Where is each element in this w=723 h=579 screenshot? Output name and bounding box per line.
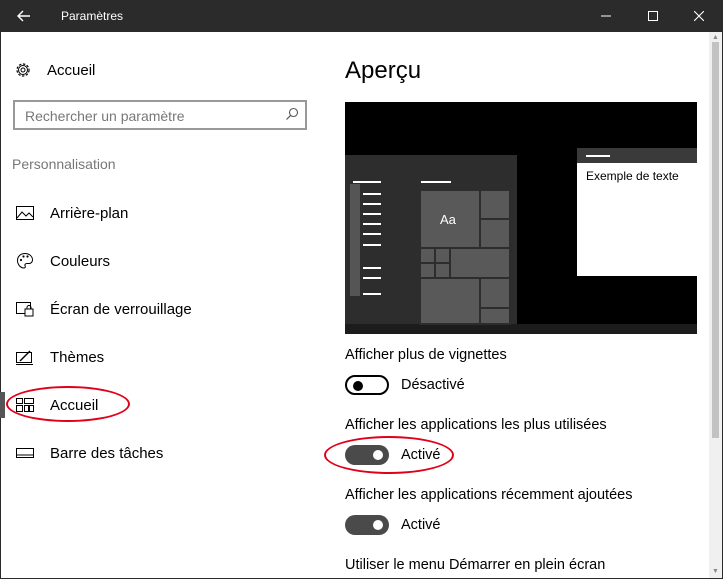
sidebar-item-label: Couleurs <box>50 252 111 270</box>
sidebar-item-label: Écran de verrouillage <box>50 300 192 318</box>
selected-indicator <box>0 392 5 418</box>
search-icon <box>286 107 299 120</box>
sidebar-item-taskbar[interactable]: Barre des tâches <box>16 440 163 466</box>
scrollbar[interactable]: ▲ ▼ <box>709 32 722 578</box>
taskbar-icon <box>16 448 34 458</box>
back-arrow-icon <box>17 10 30 22</box>
start-preview: Exemple de texte Aa <box>345 102 697 334</box>
toggle-knob <box>373 520 383 530</box>
sidebar-item-label: Barre des tâches <box>50 444 164 462</box>
section-title: Personnalisation <box>12 156 116 172</box>
window-border-left <box>0 32 1 579</box>
annotation-ellipse-accueil <box>6 386 130 422</box>
themes-icon <box>16 350 33 365</box>
setting-more-tiles-label: Afficher plus de vignettes <box>345 347 507 363</box>
close-icon <box>694 11 704 21</box>
scroll-down-icon[interactable]: ▼ <box>712 568 719 575</box>
sidebar-item-label: Thèmes <box>50 348 105 366</box>
start-menu-preview-graphic <box>345 102 697 334</box>
minimize-icon <box>601 15 611 17</box>
sidebar-item-themes[interactable]: Thèmes <box>16 344 104 370</box>
window-title: Paramètres <box>61 9 124 23</box>
scrollbar-thumb[interactable] <box>712 42 719 438</box>
toggle-recently-added[interactable] <box>345 515 389 535</box>
picture-icon <box>16 206 34 220</box>
sidebar-item-label: Arrière-plan <box>50 204 129 222</box>
setting-fullscreen-label: Utiliser le menu Démarrer en plein écran <box>345 557 606 573</box>
sidebar-item-lock-screen[interactable]: Écran de verrouillage <box>16 296 192 322</box>
nav-home-label: Accueil <box>47 61 96 79</box>
toggle-more-tiles[interactable] <box>345 375 389 395</box>
page-title: Aperçu <box>345 57 422 84</box>
toggle-knob <box>353 381 363 391</box>
minimize-button[interactable] <box>583 0 629 32</box>
gear-icon <box>16 63 30 77</box>
scroll-up-icon[interactable]: ▲ <box>712 34 719 41</box>
back-button[interactable] <box>0 0 48 32</box>
search-input[interactable] <box>23 106 282 126</box>
tile-label: Aa <box>440 212 456 227</box>
sample-text: Exemple de texte <box>586 169 679 183</box>
maximize-icon <box>648 11 658 21</box>
nav-home[interactable]: Accueil <box>14 58 95 82</box>
close-button[interactable] <box>676 0 722 32</box>
title-bar: Paramètres <box>0 0 723 32</box>
maximize-button[interactable] <box>630 0 676 32</box>
toggle-more-tiles-state: Désactivé <box>401 377 465 393</box>
lock-screen-icon <box>16 302 34 317</box>
setting-recently-added-label: Afficher les applications récemment ajou… <box>345 487 633 503</box>
palette-icon <box>16 252 34 269</box>
sidebar-item-colors[interactable]: Couleurs <box>16 248 110 274</box>
search-box[interactable] <box>13 100 307 130</box>
sidebar-item-background[interactable]: Arrière-plan <box>16 200 128 226</box>
setting-most-used-label: Afficher les applications les plus utili… <box>345 417 607 433</box>
annotation-ellipse-most-used <box>324 436 454 474</box>
toggle-recently-added-state: Activé <box>401 517 441 533</box>
